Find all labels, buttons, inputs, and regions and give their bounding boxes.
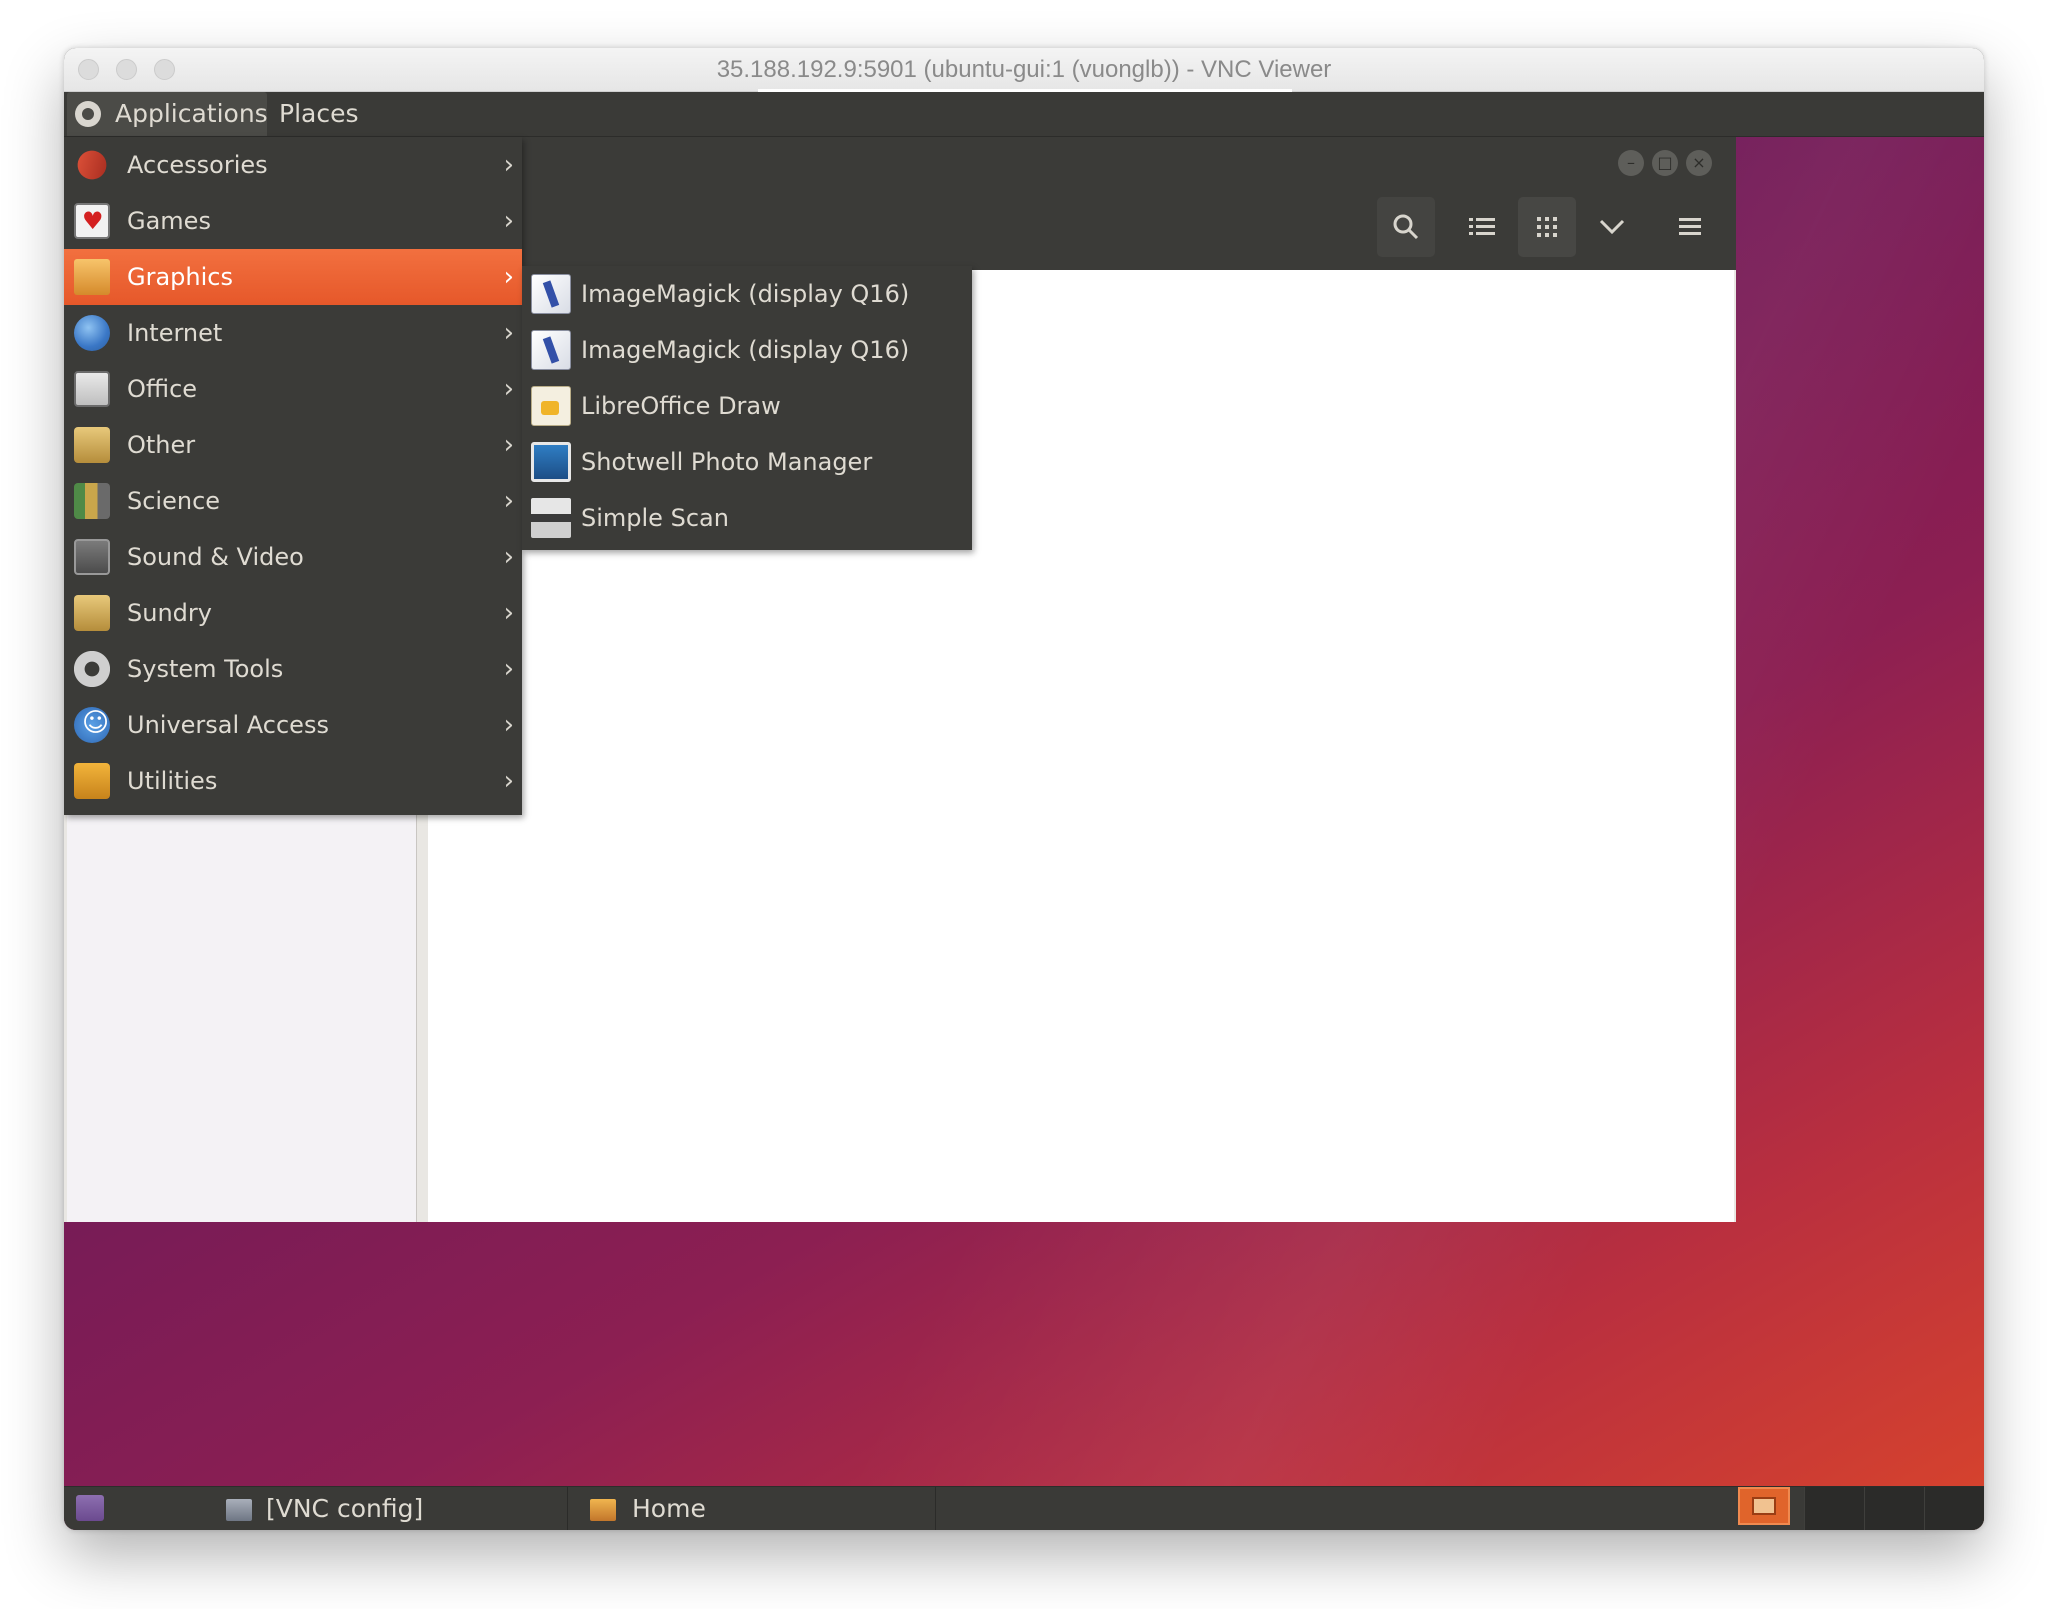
accessories-icon [72, 145, 112, 185]
menu-item-label: Graphics [127, 263, 233, 291]
menu-item-label: Games [127, 207, 211, 235]
menu-item-label: Universal Access [127, 711, 329, 739]
menu-item-label: Other [127, 431, 196, 459]
workspace-switcher-3[interactable] [1924, 1487, 1984, 1530]
menu-item-label: System Tools [127, 655, 284, 683]
menu-item-office[interactable]: Office › [64, 361, 522, 417]
shotwell-icon [531, 442, 571, 482]
applications-icon [75, 101, 101, 127]
list-view-icon[interactable] [1453, 197, 1511, 257]
chevron-right-icon: › [503, 430, 514, 460]
remote-screen: Applications Places – □ × Accessories › … [64, 92, 1984, 1530]
vnc-window-title: 35.188.192.9:5901 (ubuntu-gui:1 (vuonglb… [716, 56, 1332, 83]
menu-item-label: Accessories [127, 151, 268, 179]
menu-item-graphics[interactable]: Graphics › [64, 249, 522, 305]
graphics-icon [74, 259, 110, 295]
menu-item-label: Sound & Video [127, 543, 304, 571]
folder-icon [590, 1499, 616, 1521]
chevron-right-icon: › [503, 318, 514, 348]
imagemagick-icon [531, 274, 571, 314]
menu-item-science[interactable]: Science › [64, 473, 522, 529]
chevron-right-icon: › [503, 598, 514, 628]
minimize-icon[interactable]: – [1618, 150, 1644, 176]
submenu-item-imagemagick-1[interactable]: ImageMagick (display Q16) [522, 266, 972, 322]
vnc-viewer-window: 35.188.192.9:5901 (ubuntu-gui:1 (vuonglb… [64, 48, 1984, 1530]
applications-menu-button[interactable]: Applications [67, 92, 268, 136]
menu-item-utilities[interactable]: Utilities › [64, 753, 522, 809]
sound-video-icon [74, 539, 110, 575]
menu-item-games[interactable]: Games › [64, 193, 522, 249]
close-icon[interactable]: × [1686, 150, 1712, 176]
chevron-right-icon: › [503, 710, 514, 740]
submenu-item-label: LibreOffice Draw [581, 392, 781, 420]
menu-item-accessories[interactable]: Accessories › [64, 137, 522, 193]
submenu-item-label: ImageMagick (display Q16) [581, 280, 910, 308]
taskbar-item-label: Home [632, 1494, 706, 1523]
submenu-item-label: Simple Scan [581, 504, 729, 532]
universal-access-icon [74, 707, 110, 743]
top-panel: Applications Places [64, 92, 1984, 137]
imagemagick-icon [531, 330, 571, 370]
office-icon [74, 371, 110, 407]
system-tools-icon [74, 651, 110, 687]
games-icon [74, 203, 110, 239]
menu-item-sundry[interactable]: Sundry › [64, 585, 522, 641]
show-desktop-icon[interactable] [76, 1495, 104, 1521]
maximize-icon[interactable]: □ [1652, 150, 1678, 176]
chevron-right-icon: › [503, 486, 514, 516]
taskbar-item-vnc-config[interactable]: [VNC config] [160, 1487, 568, 1530]
hamburger-menu-icon[interactable] [1661, 197, 1719, 257]
menu-item-universal-access[interactable]: Universal Access › [64, 697, 522, 753]
chevron-right-icon: › [503, 262, 514, 292]
menu-item-label: Internet [127, 319, 223, 347]
chevron-right-icon: › [503, 150, 514, 180]
submenu-item-label: ImageMagick (display Q16) [581, 336, 910, 364]
menu-item-sound-video[interactable]: Sound & Video › [64, 529, 522, 585]
submenu-item-imagemagick-2[interactable]: ImageMagick (display Q16) [522, 322, 972, 378]
chevron-right-icon: › [503, 654, 514, 684]
menu-item-other[interactable]: Other › [64, 417, 522, 473]
internet-icon [74, 315, 110, 351]
chevron-right-icon: › [503, 206, 514, 236]
taskbar-item-home[interactable]: Home [568, 1487, 936, 1530]
sundry-icon [74, 595, 110, 631]
submenu-item-label: Shotwell Photo Manager [581, 448, 873, 476]
tray-app-icon[interactable] [1738, 1487, 1790, 1525]
vnc-title-bar[interactable]: 35.188.192.9:5901 (ubuntu-gui:1 (vuonglb… [64, 48, 1984, 93]
menu-item-system-tools[interactable]: System Tools › [64, 641, 522, 697]
menu-item-internet[interactable]: Internet › [64, 305, 522, 361]
menu-item-label: Utilities [127, 767, 218, 795]
chevron-right-icon: › [503, 766, 514, 796]
window-icon [226, 1499, 252, 1521]
chevron-down-icon[interactable] [1583, 197, 1641, 257]
graphics-submenu: ImageMagick (display Q16) ImageMagick (d… [522, 266, 972, 550]
other-icon [74, 427, 110, 463]
applications-label: Applications [115, 99, 268, 128]
menu-item-label: Sundry [127, 599, 212, 627]
workspace-switcher-2[interactable] [1864, 1487, 1925, 1530]
submenu-item-libreoffice-draw[interactable]: LibreOffice Draw [522, 378, 972, 434]
science-icon [74, 483, 110, 519]
scanner-icon [531, 498, 571, 538]
utilities-icon [74, 763, 110, 799]
taskbar-item-label: [VNC config] [266, 1494, 424, 1523]
workspace-switcher-1[interactable] [1804, 1487, 1865, 1530]
places-menu-button[interactable]: Places [269, 92, 369, 136]
submenu-item-simple-scan[interactable]: Simple Scan [522, 490, 972, 546]
chevron-right-icon: › [503, 542, 514, 572]
menu-item-label: Science [127, 487, 221, 515]
bottom-panel: [VNC config] Home [64, 1486, 1984, 1530]
grid-view-icon[interactable] [1518, 197, 1576, 257]
submenu-item-shotwell[interactable]: Shotwell Photo Manager [522, 434, 972, 490]
libreoffice-draw-icon [531, 386, 571, 426]
menu-item-label: Office [127, 375, 198, 403]
chevron-right-icon: › [503, 374, 514, 404]
applications-menu: Accessories › Games › Graphics › Interne… [64, 137, 522, 815]
search-icon[interactable] [1377, 197, 1435, 257]
